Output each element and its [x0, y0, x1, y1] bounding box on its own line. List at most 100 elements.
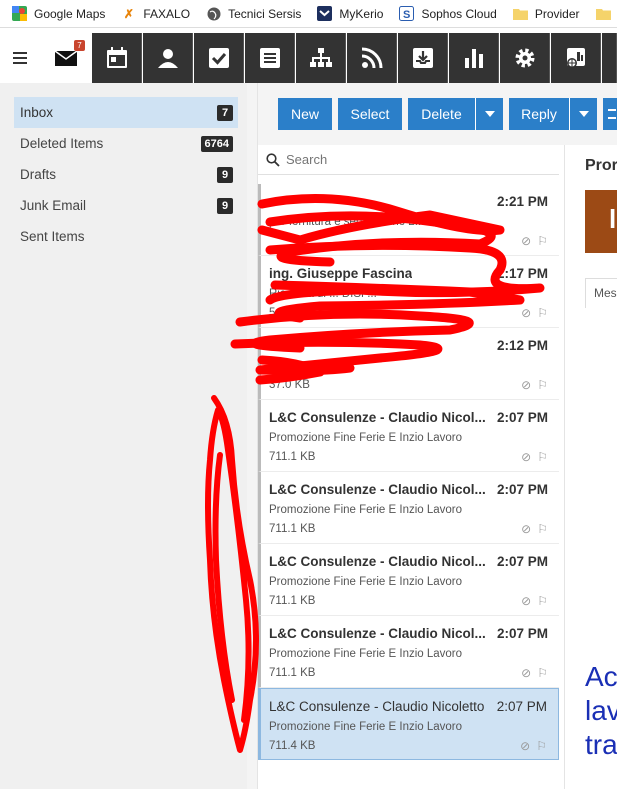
inbox-download-icon — [412, 48, 433, 68]
map-pin-icon — [12, 6, 27, 21]
bar-chart-icon — [464, 49, 483, 68]
flag-icon[interactable]: ⚐ — [537, 450, 548, 464]
gear-icon — [515, 48, 534, 68]
pane-splitter[interactable] — [247, 83, 258, 789]
message-size: 711.1 KB — [269, 667, 316, 679]
message-size: 5.5 KB — [269, 307, 304, 319]
message-item[interactable]: L&C Consulenze - Claudio Nicol... 2:07 PM… — [258, 400, 559, 472]
bookmark-overflow[interactable] — [595, 0, 617, 27]
folder-name: Junk Email — [20, 198, 87, 213]
search-icon — [266, 152, 280, 167]
folder-pane: Inbox 7 Deleted Items 6764 Drafts 9 Junk… — [0, 83, 247, 789]
fax-icon: ✗ — [123, 6, 134, 21]
reply-label: Reply — [521, 106, 557, 122]
bookmark-sophos-cloud[interactable]: S Sophos Cloud — [399, 0, 497, 27]
module-reports[interactable] — [449, 33, 499, 83]
folder-inbox[interactable]: Inbox 7 — [14, 97, 238, 128]
message-item[interactable]: L&C Consulenze - Claudio Nicol... 2:07 PM… — [258, 616, 559, 688]
body-line: tra — [585, 729, 617, 760]
flag-icon[interactable]: ⚐ — [537, 234, 548, 248]
sitemap-icon — [309, 48, 332, 67]
more-actions-button[interactable] — [603, 98, 617, 130]
module-calendar[interactable] — [92, 33, 142, 83]
module-rss[interactable] — [347, 33, 397, 83]
message-item[interactable]: 2:12 PM 37.0 KB ⊘ ⚐ — [258, 328, 559, 400]
folder-icon — [595, 6, 611, 21]
message-list: 2:21 PM per fornitura e servizi anno 2..… — [258, 176, 559, 789]
module-settings[interactable] — [500, 33, 550, 83]
bookmark-label: Google Maps — [34, 6, 106, 21]
folder-name: Drafts — [20, 167, 57, 182]
rss-icon — [361, 47, 382, 69]
message-subject: Promozione Fine Ferie E Inzio Lavoro — [269, 576, 463, 588]
person-icon — [157, 49, 178, 68]
message-subject: Promozione Fine Ferie E Inzio Lavoro — [269, 504, 463, 516]
bookmark-tecnici-sersis[interactable]: Tecnici Sersis — [206, 0, 302, 27]
reply-button[interactable]: Reply — [509, 98, 597, 130]
folder-deleted-items[interactable]: Deleted Items 6764 — [14, 128, 238, 159]
message-item-selected[interactable]: L&C Consulenze - Claudio Nicoletto 2:07 P… — [258, 688, 559, 760]
bookmark-faxalo[interactable]: ✗ FAXALO — [121, 0, 190, 27]
select-label: Select — [350, 106, 390, 122]
flag-icon[interactable]: ⚐ — [536, 739, 547, 753]
folder-junk-email[interactable]: Junk Email 9 — [14, 190, 238, 221]
bookmark-google-maps[interactable]: Google Maps — [12, 0, 106, 27]
bookmark-provider[interactable]: Provider — [512, 0, 580, 27]
module-mail[interactable]: 7 — [41, 33, 91, 83]
calendar-icon — [106, 47, 127, 68]
module-archive[interactable] — [398, 33, 448, 83]
message-time: 2:07 PM — [496, 482, 548, 497]
module-org-chart[interactable] — [296, 33, 346, 83]
new-button[interactable]: New — [278, 98, 332, 130]
select-button[interactable]: Select — [338, 98, 402, 130]
paperclip-icon: ⊘ — [521, 522, 532, 536]
flag-icon[interactable]: ⚐ — [537, 666, 548, 680]
message-subject: Ricevuta di ... DISP... — [269, 288, 377, 300]
message-sender: ing. Giuseppe Fascina — [269, 266, 413, 281]
unread-count: 9 — [217, 197, 233, 214]
search-input[interactable] — [286, 152, 546, 167]
flag-icon[interactable]: ⚐ — [537, 378, 548, 392]
flag-icon[interactable]: ⚐ — [537, 594, 548, 608]
message-time: 2:21 PM — [496, 194, 548, 209]
message-sender: L&C Consulenze - Claudio Nicol... — [269, 626, 486, 641]
menu-icon[interactable] — [0, 33, 40, 83]
bookmark-mykerio[interactable]: MyKerio — [317, 0, 383, 27]
message-tab[interactable]: Mes — [585, 278, 617, 308]
chevron-down-icon[interactable] — [475, 98, 503, 130]
admin-report-icon — [566, 48, 585, 68]
kerio-icon — [317, 6, 333, 21]
message-item[interactable]: L&C Consulenze - Claudio Nicol... 2:07 PM… — [258, 544, 559, 616]
message-item[interactable]: ing. Giuseppe Fascina 2:17 PM Ricevuta di… — [258, 256, 559, 328]
body-line: lav — [585, 695, 617, 726]
folder-drafts[interactable]: Drafts 9 — [14, 159, 238, 190]
module-contacts[interactable] — [143, 33, 193, 83]
folder-name: Deleted Items — [20, 136, 104, 151]
flag-icon[interactable]: ⚐ — [537, 522, 548, 536]
chevron-down-icon[interactable] — [569, 98, 597, 130]
message-sender: L&C Consulenze - Claudio Nicol... — [269, 410, 486, 425]
module-admin[interactable] — [551, 33, 601, 83]
sender-avatar: l — [585, 190, 617, 253]
paperclip-icon: ⊘ — [521, 666, 532, 680]
message-title: Pror — [585, 157, 617, 174]
message-body: Ac lav tra — [585, 660, 617, 762]
module-notes[interactable] — [245, 33, 295, 83]
list-icon — [608, 109, 616, 119]
message-size: 711.1 KB — [269, 595, 316, 607]
message-sender: L&C Consulenze - Claudio Nicol... — [269, 554, 486, 569]
message-time: 2:07 PM — [496, 554, 548, 569]
flag-icon[interactable]: ⚐ — [537, 306, 548, 320]
action-bar: New Select Delete Reply — [258, 83, 617, 145]
message-item[interactable]: 2:21 PM per fornitura e servizi anno 2..… — [258, 184, 559, 256]
message-time: 2:07 PM — [496, 626, 548, 641]
checkbox-icon — [208, 48, 229, 68]
module-more[interactable] — [602, 33, 617, 83]
module-tasks[interactable] — [194, 33, 244, 83]
folder-sent-items[interactable]: Sent Items — [14, 221, 238, 252]
message-item[interactable]: L&C Consulenze - Claudio Nicol... 2:07 PM… — [258, 472, 559, 544]
bookmark-label: Tecnici Sersis — [228, 6, 302, 21]
message-size: 37.0 KB — [269, 379, 310, 391]
delete-button[interactable]: Delete — [408, 98, 503, 130]
globe-icon — [206, 6, 221, 21]
